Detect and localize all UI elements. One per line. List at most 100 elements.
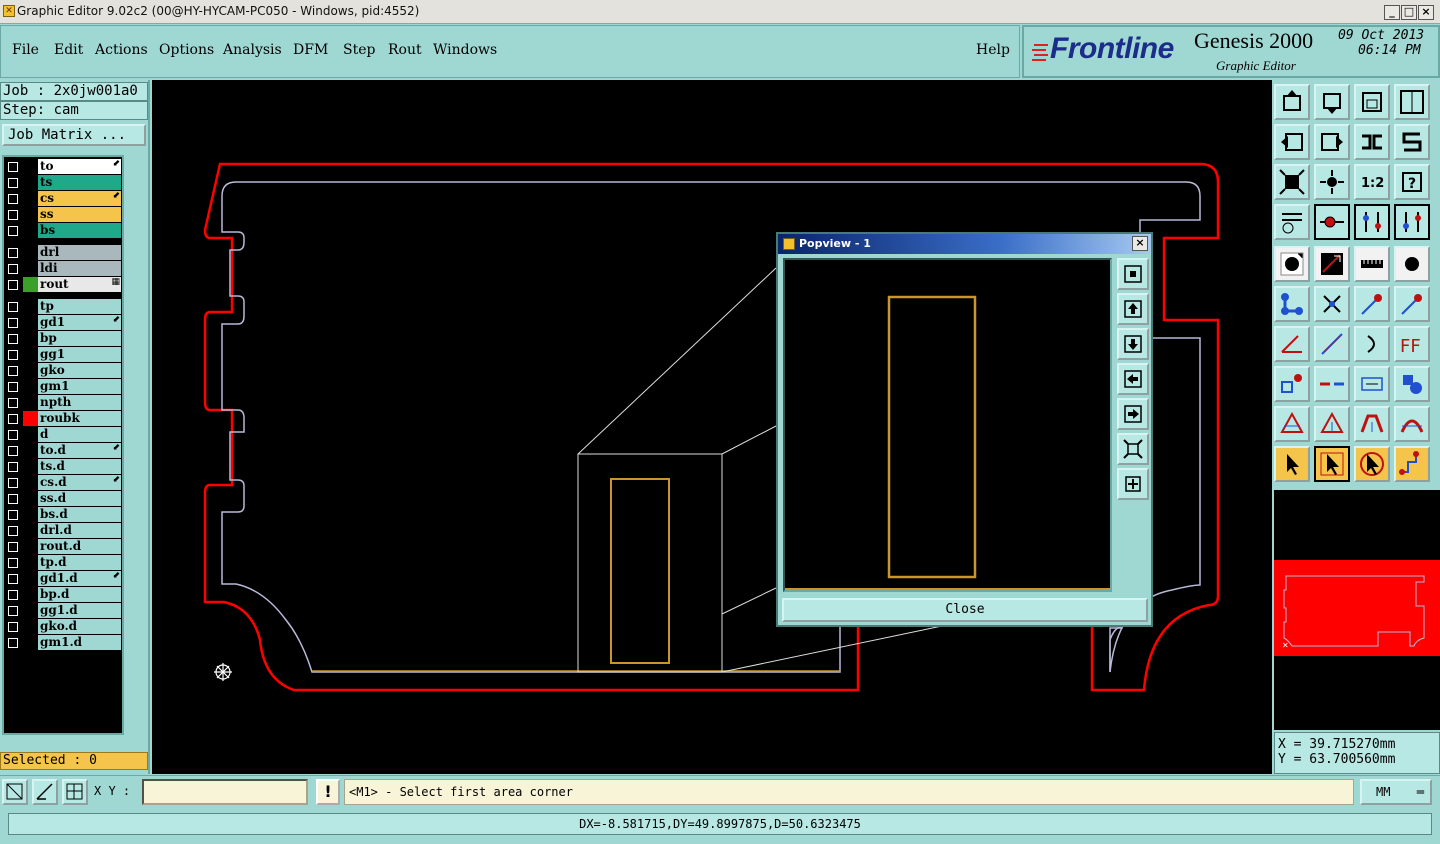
layer-color-swatch[interactable]	[23, 587, 38, 602]
arch-edit-button[interactable]	[1354, 406, 1390, 442]
layer-checkbox[interactable]	[8, 606, 18, 616]
select-layer-button[interactable]	[1314, 204, 1350, 240]
layer-row-gm1-d[interactable]: gm1.d	[4, 635, 122, 650]
popview-zoom-fit-button[interactable]	[1117, 258, 1149, 290]
layer-name[interactable]: cs	[38, 191, 121, 206]
scale-1-2-button[interactable]: 1:2	[1354, 164, 1390, 200]
layer-checkbox[interactable]	[8, 194, 18, 204]
pointer-select-button[interactable]	[1314, 446, 1350, 482]
layer-name[interactable]: gg1.d	[38, 603, 121, 618]
layer-checkbox[interactable]	[8, 318, 18, 328]
pan-right-button[interactable]	[1314, 124, 1350, 160]
layer-checkbox[interactable]	[8, 446, 18, 456]
layer-color-swatch[interactable]	[23, 459, 38, 474]
menu-edit[interactable]: Edit	[54, 42, 83, 58]
menu-step[interactable]: Step	[343, 42, 375, 58]
layer-name[interactable]: drl.d	[38, 523, 121, 538]
fit-screen-button[interactable]	[1274, 164, 1310, 200]
ff-button[interactable]: FF	[1394, 326, 1430, 362]
layer-name[interactable]: gko.d	[38, 619, 121, 634]
layer-name[interactable]: gd1	[38, 315, 121, 330]
mirror-button[interactable]	[1354, 124, 1390, 160]
layer-row-bp-d[interactable]: bp.d	[4, 587, 122, 602]
layer-checkbox[interactable]	[8, 478, 18, 488]
layer-color-swatch[interactable]	[23, 191, 38, 206]
triangle-edit-2-button[interactable]	[1314, 406, 1350, 442]
record-button[interactable]	[1274, 246, 1310, 282]
arc-button[interactable]	[1354, 326, 1390, 362]
zoom-home-button[interactable]	[1274, 84, 1310, 120]
layer-name[interactable]: npth	[38, 395, 121, 410]
layer-color-swatch[interactable]	[23, 159, 38, 174]
line-point-button[interactable]	[1354, 286, 1390, 322]
layer-checkbox[interactable]	[8, 462, 18, 472]
layer-row-gg1[interactable]: gg1	[4, 347, 122, 362]
pointer-circle-button[interactable]	[1354, 446, 1390, 482]
layer-row-tp[interactable]: tp	[4, 299, 122, 314]
layer-color-swatch[interactable]	[23, 507, 38, 522]
line-point-2-button[interactable]	[1394, 286, 1430, 322]
layer-color-swatch[interactable]	[23, 523, 38, 538]
layer-color-swatch[interactable]	[23, 603, 38, 618]
layer-name[interactable]: ts	[38, 175, 121, 190]
layer-row-cs[interactable]: cs ⬋	[4, 191, 122, 206]
route-tool-2-button[interactable]	[1394, 204, 1430, 240]
pointer-path-button[interactable]	[1394, 446, 1430, 482]
layer-color-swatch[interactable]	[23, 555, 38, 570]
zoom-down-button[interactable]	[1314, 84, 1350, 120]
layer-name[interactable]: gm1.d	[38, 635, 121, 650]
layer-row-gd1-d[interactable]: gd1.d ⬋	[4, 571, 122, 586]
menu-rout[interactable]: Rout	[388, 42, 422, 58]
layer-row-to-d[interactable]: to.d ⬋	[4, 443, 122, 458]
minimize-button[interactable]: _	[1384, 5, 1400, 20]
layer-name[interactable]: to.d	[38, 443, 121, 458]
layer-row-gko[interactable]: gko	[4, 363, 122, 378]
pad-move-button[interactable]	[1274, 366, 1310, 402]
layer-name[interactable]: gko	[38, 363, 121, 378]
layer-row-to[interactable]: to ⬋	[4, 159, 122, 174]
layer-row-ldi[interactable]: ldi	[4, 261, 122, 276]
xy-input[interactable]	[142, 779, 308, 805]
layer-color-swatch[interactable]	[23, 411, 38, 426]
layer-row-bs-d[interactable]: bs.d	[4, 507, 122, 522]
layer-row-roubk[interactable]: roubk	[4, 411, 122, 426]
layer-name[interactable]: gd1.d	[38, 571, 121, 586]
layer-row-rout-d[interactable]: rout.d	[4, 539, 122, 554]
measure-mode-button[interactable]	[32, 779, 58, 805]
layer-checkbox[interactable]	[8, 334, 18, 344]
layer-checkbox[interactable]	[8, 226, 18, 236]
popview-zoom-out-button[interactable]	[1117, 433, 1149, 465]
layer-checkbox[interactable]	[8, 248, 18, 258]
menu-analysis[interactable]: Analysis	[223, 42, 282, 58]
layer-color-swatch[interactable]	[23, 347, 38, 362]
split-line-button[interactable]	[1314, 366, 1350, 402]
layer-color-swatch[interactable]	[23, 395, 38, 410]
popview-close-button[interactable]: Close	[782, 598, 1148, 622]
layer-color-swatch[interactable]	[23, 315, 38, 330]
layer-color-swatch[interactable]	[23, 443, 38, 458]
layer-color-swatch[interactable]	[23, 539, 38, 554]
layer-name[interactable]: bp.d	[38, 587, 121, 602]
pan-left-button[interactable]	[1274, 124, 1310, 160]
layer-checkbox[interactable]	[8, 414, 18, 424]
shapes-button[interactable]	[1394, 366, 1430, 402]
layer-name[interactable]: bs.d	[38, 507, 121, 522]
popview-pan-right-button[interactable]	[1117, 398, 1149, 430]
ruler-tool-button[interactable]	[1274, 204, 1310, 240]
popview-close-x-button[interactable]: ×	[1132, 236, 1148, 251]
layer-checkbox[interactable]	[8, 542, 18, 552]
layer-row-gg1-d[interactable]: gg1.d	[4, 603, 122, 618]
layer-row-bp[interactable]: bp	[4, 331, 122, 346]
layer-checkbox[interactable]	[8, 574, 18, 584]
line-draw-button[interactable]	[1314, 326, 1350, 362]
overview-map[interactable]: ✕	[1274, 490, 1440, 730]
menu-file[interactable]: File	[12, 42, 39, 58]
layer-name[interactable]: rout	[38, 277, 121, 292]
layer-name[interactable]: bs	[38, 223, 121, 238]
arch-edit-2-button[interactable]	[1394, 406, 1430, 442]
layer-checkbox[interactable]	[8, 494, 18, 504]
layer-color-swatch[interactable]	[23, 331, 38, 346]
layer-checkbox[interactable]	[8, 280, 18, 290]
layer-name[interactable]: tp	[38, 299, 121, 314]
job-matrix-button[interactable]: Job Matrix ...	[2, 124, 146, 146]
